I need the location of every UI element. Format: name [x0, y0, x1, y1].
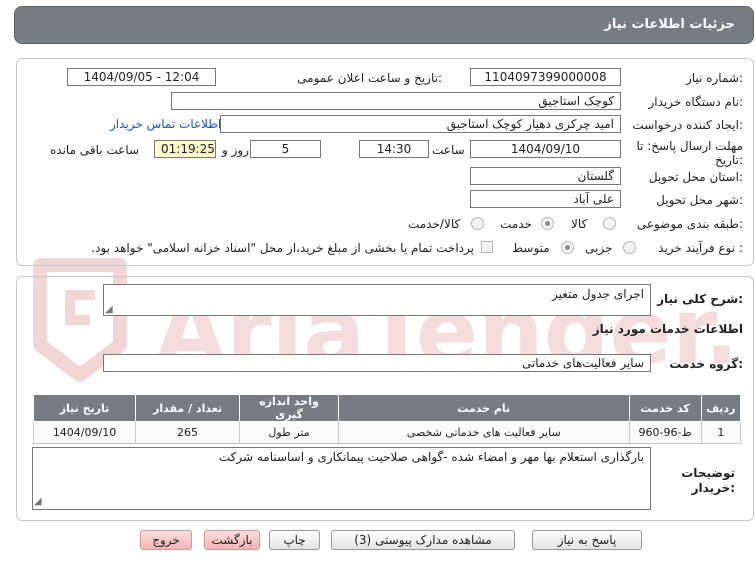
- cell-service-code: ط-96-960: [628, 421, 702, 444]
- buyer-notes-textarea: بارگذاری استعلام بها مهر و امضاء شده -گو…: [32, 447, 651, 510]
- category-option-goods: کالا: [571, 217, 588, 231]
- category-label: طبقه بندی موضوعی:: [636, 217, 743, 231]
- process-radio-minor[interactable]: [623, 241, 636, 254]
- deadline-date-field: 1404/09/10: [470, 140, 621, 158]
- category-radio-goods[interactable]: [603, 217, 616, 230]
- creator-label: ایجاد کننده درخواست:: [632, 118, 743, 132]
- reply-button[interactable]: پاسخ به نیاز: [532, 530, 642, 550]
- category-radio-goods-service[interactable]: [471, 217, 484, 230]
- province-field: گلستان: [470, 167, 621, 185]
- cell-row: 1: [700, 421, 742, 444]
- days-field: 5: [250, 140, 321, 158]
- cell-unit: متر طول: [239, 421, 339, 444]
- services-section-title: اطلاعات خدمات مورد نیاز: [592, 322, 743, 336]
- exit-button[interactable]: خروج: [140, 530, 192, 550]
- buyer-org-label: نام دستگاه خریدار:: [648, 95, 744, 109]
- process-option-medium: متوسط: [512, 241, 550, 255]
- deadline-label-date: تاریخ:: [715, 153, 743, 167]
- process-label: نوع فرآیند خرید :: [658, 241, 743, 255]
- process-radio-medium[interactable]: [561, 241, 574, 254]
- city-label: شهر محل تحویل:: [656, 193, 743, 207]
- table-header-row: ردیف کد خدمت نام خدمت واحد اندازه گیری ت…: [32, 394, 742, 422]
- back-button[interactable]: بازگشت: [204, 530, 260, 550]
- need-number-label: شماره نیاز:: [685, 71, 743, 85]
- deadline-time-field: 14:30: [359, 140, 429, 158]
- details-header: جزئیات اطلاعات نیاز: [14, 6, 754, 44]
- col-need-date: تاریخ نیاز: [32, 394, 137, 422]
- province-label: استان محل تحویل:: [648, 170, 743, 184]
- city-field: علی آباد: [470, 190, 621, 208]
- service-group-label: گروه خدمت:: [669, 357, 743, 371]
- remaining-label: ساعت باقی مانده: [50, 143, 140, 157]
- payment-note: پرداخت تمام یا بخشی از مبلغ خرید،از محل …: [91, 241, 474, 255]
- cell-need-date: 1404/09/10: [32, 421, 137, 444]
- print-button[interactable]: چاپ: [269, 530, 320, 550]
- creator-field: امید چرکزی دهیار کوچک استاجیق: [220, 115, 621, 133]
- category-radio-service[interactable]: [541, 217, 554, 230]
- announce-label: تاریخ و ساعت اعلان عمومی:: [297, 71, 442, 85]
- col-quantity: تعداد / مقدار: [135, 394, 241, 422]
- need-number-field: 1104097399000008: [470, 68, 621, 86]
- time-label: ساعت: [432, 143, 465, 157]
- col-row: ردیف: [700, 394, 742, 422]
- remaining-time-field: 01:19:25: [154, 140, 216, 158]
- buyer-contact-link[interactable]: اطلاعات تماس خریدار: [110, 117, 221, 131]
- summary-label: شرح کلی نیاز:: [657, 292, 743, 306]
- resize-handle-icon: ◢: [105, 304, 113, 315]
- summary-textarea: اجرای جدول متغیر: [103, 284, 651, 316]
- col-service-code: کد خدمت: [628, 394, 702, 422]
- info-panel: [16, 58, 754, 266]
- buyer-notes-label: توضیحات: [681, 466, 735, 480]
- deadline-label: مهلت ارسال پاسخ: تا: [636, 139, 743, 153]
- cell-quantity: 265: [135, 421, 241, 444]
- days-label: روز و: [222, 143, 249, 157]
- service-group-field: سایر فعالیت‌های خدماتی: [103, 354, 651, 372]
- buyer-org-field: کوچک استاجیق: [171, 92, 621, 110]
- col-unit: واحد اندازه گیری: [239, 394, 339, 422]
- category-option-goods-service: کالا/خدمت: [408, 217, 461, 231]
- view-attachments-button[interactable]: مشاهده مدارک پیوستی (3): [331, 530, 515, 550]
- process-option-minor: جزیی: [585, 241, 613, 255]
- category-option-service: خدمت: [500, 217, 532, 231]
- table-row: 1 ط-96-960 سایر فعالیت های خدماتی شخصی م…: [32, 421, 742, 444]
- announce-field: 1404/09/05 - 12:04: [67, 68, 216, 86]
- notes-resize-handle-icon: ◢: [34, 496, 42, 507]
- col-service-name: نام خدمت: [337, 394, 630, 422]
- page-title: جزئیات اطلاعات نیاز: [604, 17, 735, 32]
- cell-service-name: سایر فعالیت های خدماتی شخصی: [337, 421, 630, 444]
- buyer-notes-label-2: خریدار:: [691, 481, 735, 495]
- treasury-checkbox[interactable]: [481, 241, 493, 253]
- services-table: ردیف کد خدمت نام خدمت واحد اندازه گیری ت…: [32, 394, 742, 444]
